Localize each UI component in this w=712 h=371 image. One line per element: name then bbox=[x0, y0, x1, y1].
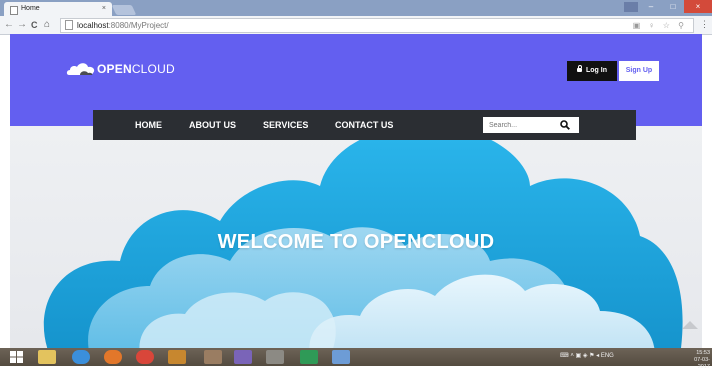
search-box bbox=[483, 117, 579, 133]
close-button[interactable]: × bbox=[684, 0, 712, 13]
tab-title: Home bbox=[21, 5, 40, 12]
tab-close-icon[interactable]: × bbox=[102, 2, 106, 16]
system-tray[interactable]: ⌨ ˄ ▣ ◈ ⚑ ◂ ENG bbox=[560, 352, 614, 359]
address-bar-row: ← → C ⌂ localhost:8080/MyProject/ ▣ ♀ ☆ … bbox=[0, 16, 712, 35]
nav-home[interactable]: HOME bbox=[135, 110, 162, 140]
logo-text-light: CLOUD bbox=[131, 62, 175, 76]
hero-title: WELCOME TO OPENCLOUD bbox=[217, 231, 495, 253]
home-icon[interactable]: ⌂ bbox=[44, 18, 50, 32]
nav-about-us[interactable]: ABOUT US bbox=[189, 110, 236, 140]
settings-app-icon[interactable] bbox=[266, 350, 284, 364]
forward-icon[interactable]: → bbox=[17, 18, 27, 32]
visual-studio-icon[interactable] bbox=[234, 350, 252, 364]
back-icon[interactable]: ← bbox=[4, 18, 14, 32]
maximize-button[interactable]: □ bbox=[662, 0, 684, 13]
scroll-to-top-icon[interactable] bbox=[682, 321, 698, 329]
reload-icon[interactable]: C bbox=[31, 18, 38, 32]
page-icon bbox=[10, 6, 18, 15]
browser-tab-strip: Home × – □ × bbox=[0, 0, 712, 16]
url-path: :8080/MyProject/ bbox=[108, 21, 169, 30]
firefox-icon[interactable] bbox=[104, 350, 122, 364]
new-tab-button[interactable] bbox=[111, 5, 137, 15]
internet-explorer-icon[interactable] bbox=[72, 350, 90, 364]
search-input[interactable] bbox=[483, 117, 559, 133]
page-info-icon bbox=[65, 20, 73, 30]
main-navbar: HOME ABOUT US SERVICES CONTACT US bbox=[93, 110, 636, 140]
app-icon[interactable] bbox=[168, 350, 186, 364]
menu-icon[interactable]: ⋮ bbox=[700, 19, 709, 30]
login-button[interactable]: Log In bbox=[567, 61, 617, 81]
clock[interactable]: 15:53 07-03-2017 bbox=[682, 350, 710, 371]
chrome-icon[interactable] bbox=[136, 350, 154, 364]
minimize-button[interactable]: – bbox=[640, 0, 662, 13]
user-icon[interactable] bbox=[624, 2, 638, 12]
logo-text-bold: OPEN bbox=[97, 62, 132, 76]
hero-banner: WELCOME TO OPENCLOUD bbox=[10, 126, 702, 348]
clock-time: 15:53 bbox=[696, 350, 710, 356]
cloud-logo-icon bbox=[66, 63, 95, 75]
clock-date: 07-03-2017 bbox=[694, 357, 710, 370]
url-host: localhost bbox=[77, 21, 109, 30]
nav-contact-us[interactable]: CONTACT US bbox=[335, 110, 393, 140]
tray-language: ENG bbox=[600, 353, 614, 359]
lock-icon bbox=[577, 65, 582, 72]
search-icon[interactable] bbox=[560, 120, 570, 130]
omnibox-icons[interactable]: ▣ ♀ ☆ ⚲ bbox=[633, 19, 687, 32]
windows-start-icon[interactable] bbox=[10, 351, 23, 363]
signup-button[interactable]: Sign Up bbox=[619, 61, 659, 81]
excel-icon[interactable] bbox=[300, 350, 318, 364]
nav-services[interactable]: SERVICES bbox=[263, 110, 308, 140]
login-label: Log In bbox=[586, 67, 607, 74]
paint-icon[interactable] bbox=[204, 350, 222, 364]
url-input[interactable]: localhost:8080/MyProject/ ▣ ♀ ☆ ⚲ bbox=[60, 18, 694, 33]
virtualbox-icon[interactable] bbox=[332, 350, 350, 364]
file-explorer-icon[interactable] bbox=[38, 350, 56, 364]
browser-tab[interactable]: Home × bbox=[4, 2, 112, 16]
windows-taskbar: ⌨ ˄ ▣ ◈ ⚑ ◂ ENG 15:53 07-03-2017 bbox=[0, 348, 712, 370]
